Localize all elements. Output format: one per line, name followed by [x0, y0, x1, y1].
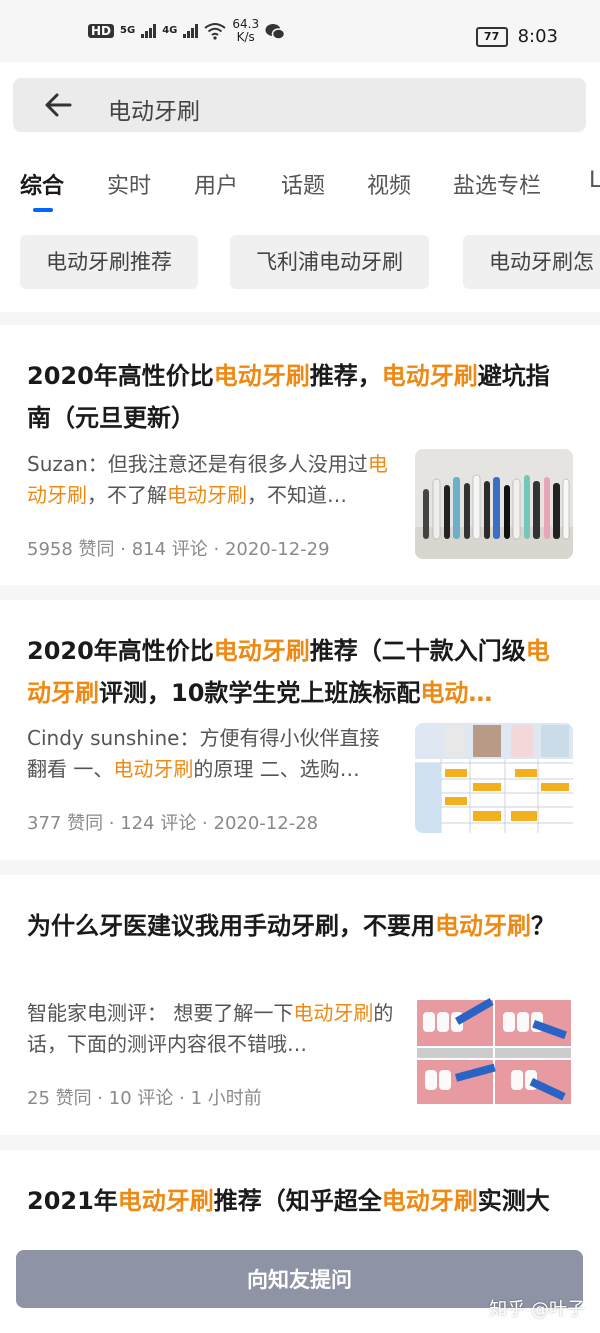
tab-comprehensive[interactable]: 综合 [20, 168, 64, 200]
comparison-table-thumbnail[interactable] [415, 723, 573, 833]
title-text: 推荐（知乎超全 [213, 1187, 382, 1215]
hd-badge: HD [88, 24, 115, 38]
result-title[interactable]: 2020年高性价比电动牙刷推荐，电动牙刷避坑指南（元旦更新） [27, 355, 572, 439]
tab-live[interactable]: L [589, 168, 600, 193]
chip-philips[interactable]: 飞利浦电动牙刷 [230, 235, 429, 289]
title-text: 推荐， [309, 362, 382, 390]
excerpt-text: ，不知道… [247, 483, 347, 507]
title-highlight: 电动… [420, 679, 493, 707]
result-card[interactable]: 为什么牙医建议我用手动牙刷，不要用电动牙刷？ 智能家电测评： 想要了解一下电动牙… [0, 875, 600, 1135]
result-meta: 377 赞同 · 124 评论 · 2020-12-28 [27, 813, 319, 834]
tab-users[interactable]: 用户 [194, 168, 238, 200]
watermark: 知乎 @叶子 [489, 1299, 585, 1320]
tab-videos[interactable]: 视频 [367, 168, 411, 200]
title-highlight: 电动牙刷 [381, 362, 478, 390]
result-title[interactable]: 2020年高性价比电动牙刷推荐（二十款入门级电动牙刷评测，10款学生党上班族标配… [27, 630, 572, 714]
suggestion-chips: 电动牙刷推荐 飞利浦电动牙刷 电动牙刷怎 [0, 235, 600, 289]
search-bar[interactable]: 电动牙刷 [13, 78, 586, 132]
tab-bar: 综合 实时 用户 话题 视频 盐选专栏 L [0, 160, 600, 216]
excerpt-highlight: 电动牙刷 [167, 483, 247, 507]
title-text: 推荐（二十款入门级 [309, 637, 526, 665]
excerpt-text: 的原理 二、选购… [193, 757, 360, 781]
result-card[interactable]: 2020年高性价比电动牙刷推荐，电动牙刷避坑指南（元旦更新） Suzan：但我注… [0, 325, 600, 585]
excerpt-text: 智能家电测评： 想要了解一下 [27, 1001, 294, 1025]
tab-topics[interactable]: 话题 [281, 168, 325, 200]
title-highlight: 电动牙刷 [435, 912, 531, 940]
result-meta: 5958 赞同 · 814 评论 · 2020-12-29 [27, 539, 330, 560]
title-highlight: 电动牙刷 [381, 1187, 478, 1215]
wifi-icon [204, 23, 226, 40]
tab-salt-column[interactable]: 盐选专栏 [453, 168, 541, 200]
title-highlight: 电动牙刷 [117, 1187, 214, 1215]
chip-how[interactable]: 电动牙刷怎 [463, 235, 600, 289]
status-left: HD 5G 4G 64.3 K/s [88, 18, 286, 44]
excerpt-text: Suzan：但我注意还是有很多人没用过 [27, 452, 368, 476]
clock: 8:03 [517, 26, 558, 47]
excerpt-text: ，不了解 [87, 483, 167, 507]
result-title[interactable]: 为什么牙医建议我用手动牙刷，不要用电动牙刷？ [27, 905, 572, 947]
active-tab-indicator [33, 208, 53, 212]
result-excerpt: Suzan：但我注意还是有很多人没用过电动牙刷，不了解电动牙刷，不知道… [27, 449, 399, 511]
status-right: 77 8:03 [475, 26, 558, 47]
title-highlight: 电动牙刷 [213, 637, 310, 665]
title-highlight: 电动牙刷 [213, 362, 310, 390]
wechat-icon [265, 23, 286, 40]
title-text: 2021年 [27, 1187, 118, 1215]
brushing-diagram-thumbnail[interactable] [415, 998, 573, 1108]
excerpt-highlight: 电动牙刷 [293, 1001, 374, 1025]
result-excerpt: Cindy sunshine：方便有得小伙伴直接翻看 一、电动牙刷的原理 二、选… [27, 723, 399, 785]
result-meta: 25 赞同 · 10 评论 · 1 小时前 [27, 1088, 262, 1109]
title-text: 2020年高性价比 [27, 637, 214, 665]
chip-recommend[interactable]: 电动牙刷推荐 [20, 235, 198, 289]
toothbrush-lineup-thumbnail[interactable] [415, 449, 573, 559]
net-speed-value: 64.3 [232, 17, 260, 31]
search-query[interactable]: 电动牙刷 [108, 92, 200, 126]
title-text: ？ [531, 912, 555, 940]
title-text: 2020年高性价比 [27, 362, 214, 390]
signal-icon [141, 24, 157, 38]
result-card[interactable]: 2020年高性价比电动牙刷推荐（二十款入门级电动牙刷评测，10款学生党上班族标配… [0, 600, 600, 860]
network-4g-label: 4G [162, 25, 178, 36]
battery-icon: 77 [475, 26, 508, 47]
net-speed: 64.3 K/s [232, 18, 259, 44]
net-speed-unit: K/s [236, 30, 255, 44]
network-5g-label: 5G [120, 25, 136, 36]
status-bar: HD 5G 4G 64.3 K/s 77 8:03 [0, 0, 600, 62]
back-arrow-icon[interactable] [43, 90, 73, 120]
tab-realtime[interactable]: 实时 [107, 168, 151, 200]
excerpt-highlight: 电动牙刷 [113, 757, 194, 781]
title-text: 为什么牙医建议我用手动牙刷，不要用 [27, 912, 435, 940]
result-excerpt: 智能家电测评： 想要了解一下电动牙刷的话，下面的测评内容很不错哦… [27, 998, 399, 1060]
signal-icon-2 [183, 24, 199, 38]
title-text: 评测，10款学生党上班族标配 [99, 679, 421, 707]
